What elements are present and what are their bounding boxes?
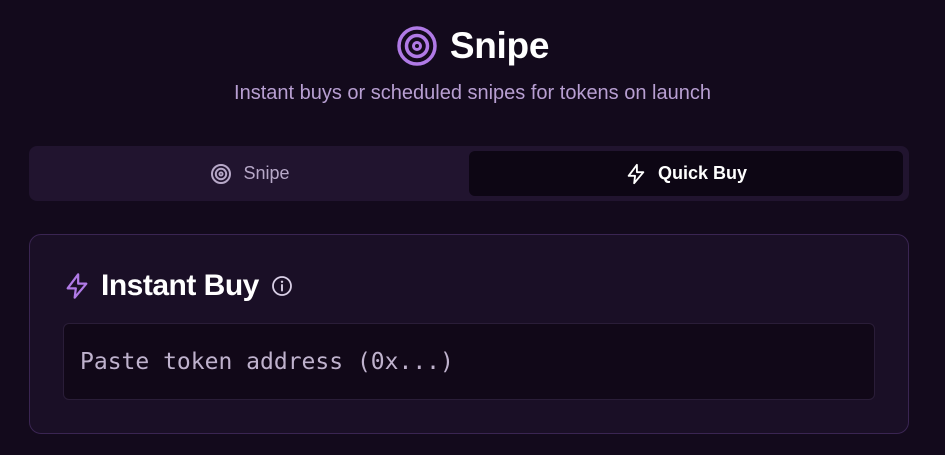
- lightning-icon: [63, 272, 91, 300]
- page-subtitle: Instant buys or scheduled snipes for tok…: [234, 82, 711, 104]
- token-address-input[interactable]: [63, 323, 875, 400]
- target-icon: [210, 163, 232, 185]
- instant-buy-card: Instant Buy: [29, 234, 909, 434]
- info-icon[interactable]: [271, 275, 293, 297]
- lightning-icon: [625, 163, 647, 185]
- tab-snipe-label: Snipe: [243, 163, 290, 183]
- card-header: Instant Buy: [63, 265, 293, 307]
- target-icon: [396, 25, 438, 67]
- page-header: Snipe Instant buys or scheduled snipes f…: [0, 20, 945, 105]
- tab-quick-buy[interactable]: Quick Buy: [469, 151, 903, 196]
- title-row: Snipe: [0, 20, 945, 72]
- mode-tabs: Snipe Quick Buy: [29, 146, 909, 201]
- tab-snipe[interactable]: Snipe: [34, 151, 466, 196]
- card-title: Instant Buy: [101, 269, 259, 302]
- page-title: Snipe: [449, 25, 550, 66]
- tab-quick-buy-label: Quick Buy: [657, 163, 748, 183]
